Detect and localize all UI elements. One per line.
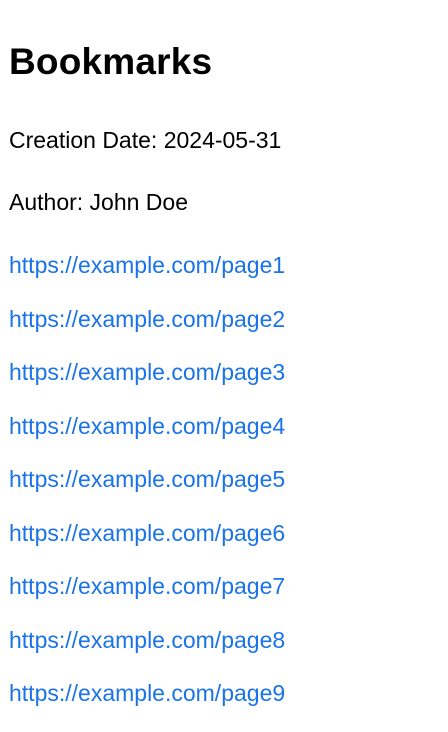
list-item: https://example.com/page4: [9, 411, 285, 465]
bookmark-link-6[interactable]: https://example.com/page6: [9, 518, 285, 548]
bookmark-link-3[interactable]: https://example.com/page3: [9, 357, 285, 387]
bookmark-link-5[interactable]: https://example.com/page5: [9, 464, 285, 494]
author: Author: John Doe: [9, 189, 189, 215]
list-item: https://example.com/page6: [9, 518, 285, 572]
bookmark-link-4[interactable]: https://example.com/page4: [9, 411, 285, 441]
bookmark-link-8[interactable]: https://example.com/page8: [9, 625, 285, 655]
bookmarks-page: Bookmarks Creation Date: 2024-05-31 Auth…: [0, 0, 448, 726]
list-item: https://example.com/page5: [9, 464, 285, 518]
bookmark-link-9[interactable]: https://example.com/page9: [9, 678, 285, 708]
list-item: https://example.com/page8: [9, 625, 285, 679]
bookmark-list: https://example.com/page1 https://exampl…: [9, 250, 285, 732]
bookmark-link-7[interactable]: https://example.com/page7: [9, 571, 285, 601]
list-item: https://example.com/page9: [9, 678, 285, 732]
list-item: https://example.com/page7: [9, 571, 285, 625]
creation-date: Creation Date: 2024-05-31: [9, 127, 282, 153]
list-item: https://example.com/page1: [9, 250, 285, 304]
list-item: https://example.com/page2: [9, 304, 285, 358]
bookmark-link-2[interactable]: https://example.com/page2: [9, 304, 285, 334]
bookmark-link-1[interactable]: https://example.com/page1: [9, 250, 285, 280]
list-item: https://example.com/page3: [9, 357, 285, 411]
page-title: Bookmarks: [9, 41, 213, 82]
